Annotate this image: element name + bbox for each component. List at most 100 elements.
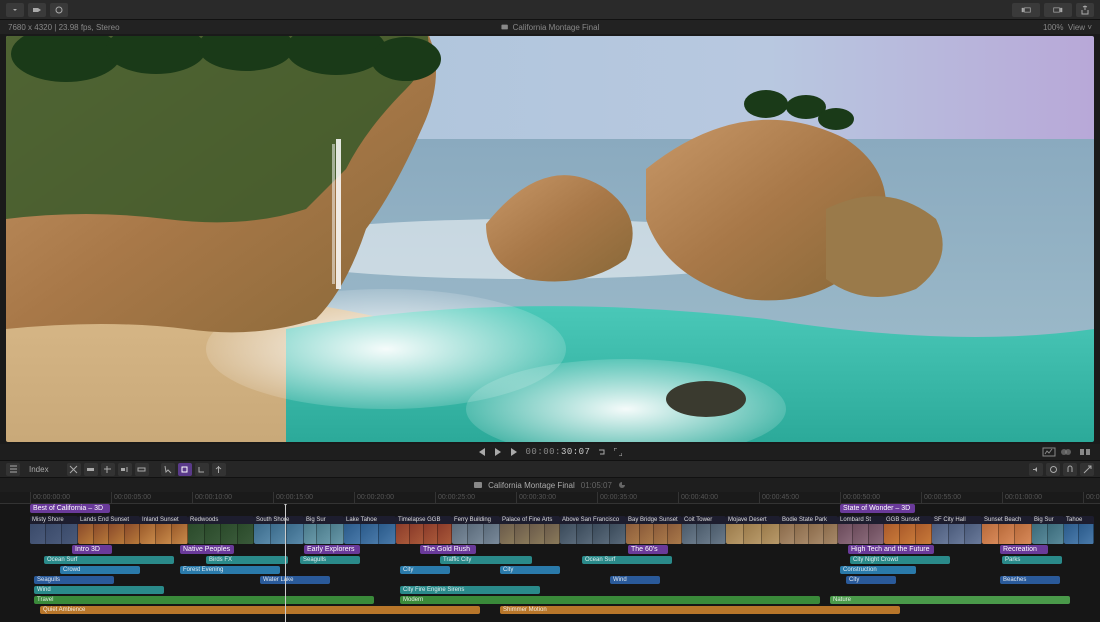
scopes-button[interactable] (1042, 447, 1056, 457)
clip-thumbnail (172, 524, 188, 544)
audio-clip[interactable]: Shimmer Motion (500, 606, 900, 614)
clip-label: South Shore (254, 516, 304, 524)
prev-edit-button[interactable] (478, 448, 486, 456)
video-clip[interactable]: Lombard St (838, 516, 884, 544)
connected-title-clip[interactable]: High Tech and the Future (848, 545, 934, 554)
audio-clip[interactable]: Birds FX (206, 556, 288, 564)
audio-clip[interactable]: City (500, 566, 560, 574)
audio-clip[interactable]: Forest Evening (180, 566, 280, 574)
video-clip[interactable]: GGB Sunset (884, 516, 932, 544)
timecode-display[interactable]: 00:00:30:07 (526, 447, 591, 457)
snap-button[interactable] (195, 463, 209, 476)
connect-button[interactable] (84, 463, 98, 476)
project-title: California Montage Final (513, 23, 600, 32)
audio-clip[interactable]: Construction (840, 566, 916, 574)
share-button[interactable] (1076, 3, 1094, 17)
audio-clip[interactable]: Crowd (60, 566, 140, 574)
index-button[interactable] (6, 463, 20, 476)
audio-clip[interactable]: City Fire Engine Sirens (400, 586, 540, 594)
audio-clip[interactable]: Parks (1002, 556, 1062, 564)
video-clip[interactable]: Lake Tahoe (344, 516, 396, 544)
video-clip[interactable]: Misty Shore (30, 516, 78, 544)
audio-clip[interactable]: Wind (34, 586, 164, 594)
connected-title-clip[interactable]: The Gold Rush (420, 545, 476, 554)
audio-clip[interactable]: Quiet Ambience (40, 606, 480, 614)
insert-button[interactable] (101, 463, 115, 476)
video-clip[interactable]: Sunset Beach (982, 516, 1032, 544)
color-button[interactable] (1060, 447, 1074, 457)
audio-clip[interactable]: Ocean Surf (44, 556, 174, 564)
timeline-ruler[interactable]: 00:00:00:0000:00:05:0000:00:10:0000:00:1… (0, 492, 1100, 504)
effects-button[interactable] (1078, 447, 1092, 457)
connected-title-clip[interactable]: Intro 3D (72, 545, 112, 554)
video-clip[interactable]: Bodie State Park (780, 516, 838, 544)
append-button[interactable] (118, 463, 132, 476)
connected-title-clip[interactable]: Recreation (1000, 545, 1048, 554)
range-tool[interactable] (178, 463, 192, 476)
select-tool[interactable] (161, 463, 175, 476)
audio-skim-button[interactable] (1029, 463, 1043, 476)
playhead[interactable] (285, 504, 286, 622)
video-clip[interactable]: Timelapse GGB (396, 516, 452, 544)
audio-clip[interactable]: Seagulls (300, 556, 360, 564)
audio-clip[interactable]: Travel (34, 596, 374, 604)
viewer[interactable] (6, 36, 1094, 442)
solo-button[interactable] (1046, 463, 1060, 476)
audio-clip[interactable]: Seagulls (34, 576, 114, 584)
video-clip[interactable]: Inland Sunset (140, 516, 188, 544)
video-clip[interactable]: Mojave Desert (726, 516, 780, 544)
video-clip[interactable]: Palace of Fine Arts (500, 516, 560, 544)
audio-clip[interactable]: Water Lake (260, 576, 330, 584)
timeline-expand-icon[interactable] (1080, 463, 1094, 476)
audio-clip[interactable]: Ocean Surf (582, 556, 672, 564)
import-button[interactable] (6, 3, 24, 17)
timeline-history-icon[interactable] (618, 481, 626, 489)
connected-title-clip[interactable]: Early Explorers (304, 545, 360, 554)
video-clip[interactable]: Bay Bridge Sunset (626, 516, 682, 544)
audio-clip[interactable]: Wind (610, 576, 660, 584)
clip-thumbnail (654, 524, 668, 544)
library-toggle[interactable] (1012, 3, 1040, 17)
connected-title-clip[interactable]: Native Peoples (180, 545, 234, 554)
connected-title-clip[interactable]: The 60's (628, 545, 668, 554)
audio-clip[interactable]: City Night Crowd (850, 556, 950, 564)
video-clip[interactable]: SF City Hall (932, 516, 982, 544)
title-clip[interactable]: Best of California – 3D (30, 504, 110, 513)
zoom-level[interactable]: 100% (1043, 23, 1063, 32)
video-clip[interactable]: Tahoe (1064, 516, 1094, 544)
video-clip[interactable]: Lands End Sunset (78, 516, 140, 544)
keyword-button[interactable] (28, 3, 46, 17)
clip-label: Bay Bridge Sunset (626, 516, 682, 524)
clip-label: Lands End Sunset (78, 516, 140, 524)
view-menu[interactable]: View (1068, 23, 1085, 32)
video-clip[interactable]: Big Sur (304, 516, 344, 544)
audio-clip[interactable]: City (400, 566, 450, 574)
video-clip[interactable]: Ferry Building (452, 516, 500, 544)
fullscreen-button[interactable] (614, 448, 622, 456)
clip-thumbnail (500, 524, 515, 544)
clip-thumbnail (287, 524, 304, 544)
loop-button[interactable] (598, 448, 606, 456)
overwrite-button[interactable] (135, 463, 149, 476)
video-clip[interactable]: Redwoods (188, 516, 254, 544)
index-label[interactable]: Index (29, 465, 49, 474)
skim-button[interactable] (212, 463, 226, 476)
clip-thumbnail (254, 524, 271, 544)
audio-clip[interactable]: Modern (400, 596, 820, 604)
video-clip[interactable]: Coit Tower (682, 516, 726, 544)
video-clip[interactable]: South Shore (254, 516, 304, 544)
video-clip[interactable]: Above San Francisco (560, 516, 626, 544)
video-clip[interactable]: Big Sur (1032, 516, 1064, 544)
snapping-button[interactable] (1063, 463, 1077, 476)
timeline[interactable]: Best of California – 3D State of Wonder –… (0, 504, 1100, 622)
trim-tool[interactable] (67, 463, 81, 476)
title-clip[interactable]: State of Wonder – 3D (840, 504, 915, 513)
audio-clip[interactable]: City (846, 576, 896, 584)
next-edit-button[interactable] (510, 448, 518, 456)
bg-tasks-button[interactable] (50, 3, 68, 17)
audio-clip[interactable]: Nature (830, 596, 1070, 604)
audio-clip[interactable]: Traffic City (440, 556, 532, 564)
play-button[interactable] (494, 448, 502, 456)
audio-clip[interactable]: Beaches (1000, 576, 1060, 584)
inspector-toggle[interactable] (1044, 3, 1072, 17)
